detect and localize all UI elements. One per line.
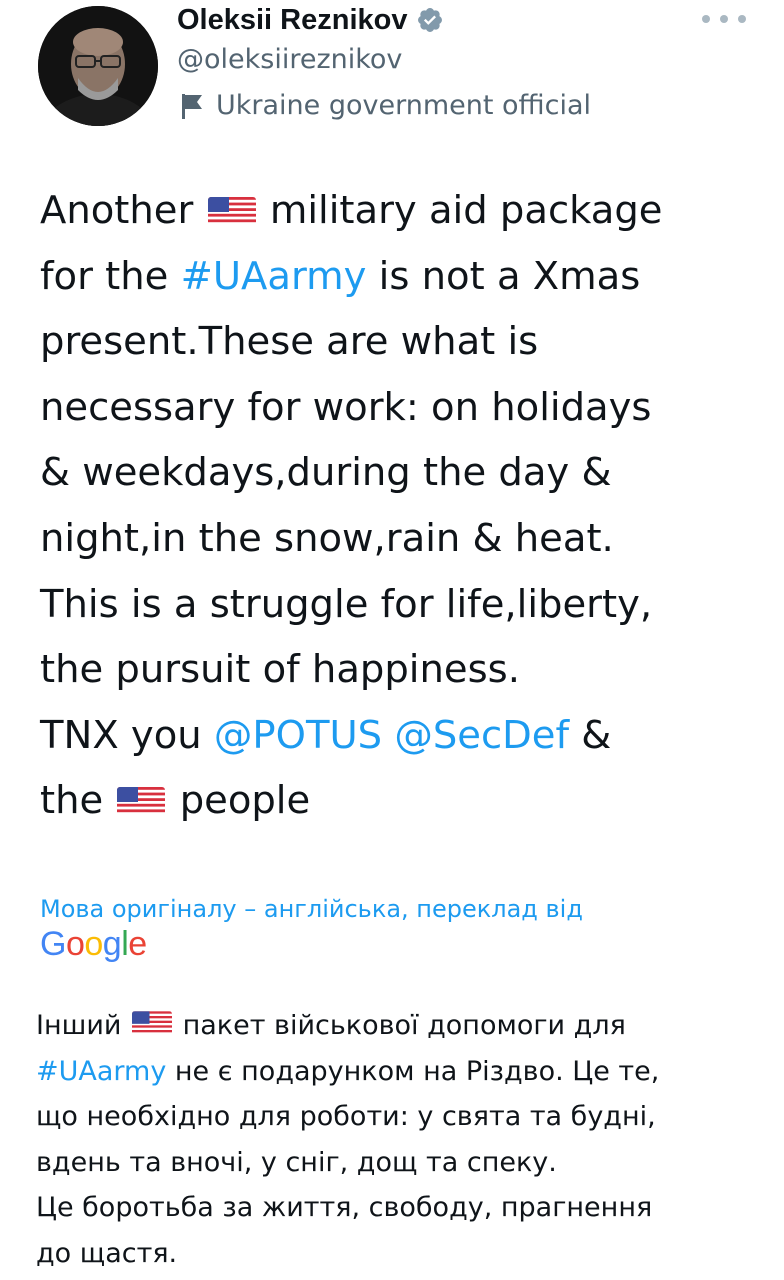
author-avatar[interactable]	[38, 6, 158, 126]
translation-attribution[interactable]: Мова оригіналу – англійська, переклад ві…	[40, 895, 583, 923]
avatar-photo	[38, 6, 158, 126]
tweet-text-segment: the	[40, 778, 104, 824]
translation-text-segment: Інший	[36, 1010, 122, 1041]
tweet-line: TNX you @POTUS @SecDef &	[40, 703, 760, 769]
google-logo-letter: o	[65, 925, 85, 963]
google-logo-letter: o	[84, 925, 103, 963]
government-label-row: Ukraine government official	[180, 90, 591, 121]
hashtag-link[interactable]: #UAarmy	[181, 254, 367, 299]
verified-badge-icon	[417, 8, 442, 32]
tweet-line: night,in the snow,rain & heat.	[40, 515, 614, 561]
tweet-text-segment: for the	[40, 253, 181, 299]
tweet-line: the pursuit of happiness.	[40, 647, 520, 693]
government-label: Ukraine government official	[216, 90, 592, 121]
government-flag-icon	[182, 93, 202, 119]
mention-link-secdef[interactable]: @SecDef	[394, 713, 569, 758]
tweet-text: Another military aid package for the #UA…	[40, 178, 760, 834]
hashtag-link[interactable]: #UAarmy	[36, 1056, 166, 1087]
tweet-line: Another military aid package	[40, 178, 760, 244]
tweet-text-segment: Another	[40, 188, 194, 233]
tweet-line: present.These are what is	[40, 319, 539, 365]
tweet-text-segment	[382, 713, 394, 758]
us-flag-emoji	[207, 197, 256, 225]
google-logo-letter: e	[128, 925, 147, 963]
google-logo[interactable]: Google	[40, 925, 147, 964]
more-dot	[720, 15, 728, 23]
tweet-line: & weekdays,during the day &	[40, 450, 612, 496]
tweet-text-segment: &	[569, 712, 612, 758]
tweet-line: necessary for work: on holidays	[40, 384, 652, 430]
mention-link-potus[interactable]: @POTUS	[214, 713, 382, 758]
us-flag-emoji	[117, 787, 166, 816]
more-dot	[738, 15, 746, 23]
translation-line: Інший пакет військової допомоги для	[36, 1003, 760, 1049]
us-flag-emoji	[132, 1011, 173, 1035]
author-handle[interactable]: @oleksiireznikov	[177, 44, 402, 75]
translation-line: #UAarmy не є подарунком на Різдво. Це те…	[36, 1049, 760, 1095]
tweet-text-segment: is not a Xmas	[366, 253, 641, 299]
translation-line: вдень та вночі, у сніг, дощ та спеку.	[36, 1146, 557, 1178]
tweet-line: This is a struggle for life,liberty,	[40, 581, 653, 627]
tweet-line: for the #UAarmy is not a Xmas	[40, 244, 760, 310]
more-dot	[702, 15, 710, 23]
translation-line: до щастя.	[36, 1237, 178, 1269]
translation-text-segment: не є подарунком на Різдво. Це те,	[166, 1055, 660, 1087]
author-name-row: Oleksii Reznikov	[177, 0, 444, 40]
tweet-text-segment: TNX you	[40, 712, 214, 758]
translation-line: Це боротьба за життя, свободу, прагнення	[36, 1192, 653, 1224]
tweet-text-segment: military aid package	[269, 188, 663, 233]
more-options-icon[interactable]	[702, 6, 746, 32]
google-logo-letter: g	[102, 925, 122, 963]
tweet-text-segment: people	[179, 778, 311, 824]
translated-text: Інший пакет військової допомоги для #UAa…	[36, 1003, 760, 1277]
translation-text-segment: пакет військової допомоги для	[182, 1010, 626, 1041]
google-logo-letter: G	[40, 925, 66, 963]
tweet-line: the people	[40, 768, 760, 834]
author-name[interactable]: Oleksii Reznikov	[177, 4, 408, 37]
translation-line: що необхідно для роботи: у свята та будн…	[36, 1101, 656, 1133]
